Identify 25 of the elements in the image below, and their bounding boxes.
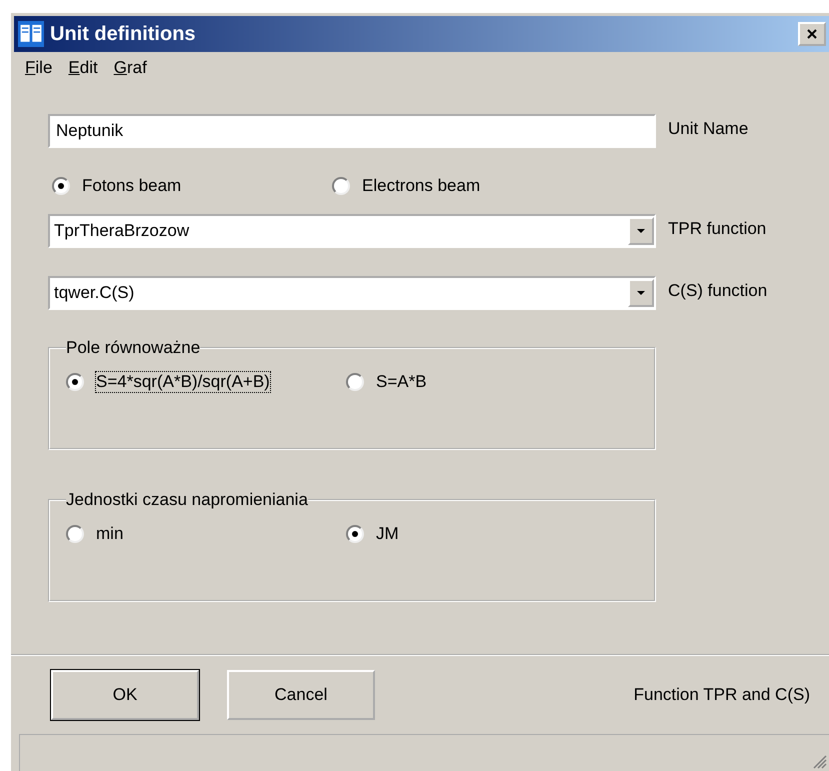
combo-box[interactable]: TprTheraBrzozow	[48, 214, 656, 248]
close-icon	[807, 29, 817, 39]
resize-grip-icon	[813, 755, 827, 769]
dialog-button[interactable]: Cancel	[227, 670, 375, 720]
status-label: Function TPR and C(S)	[634, 685, 810, 705]
radio-button[interactable]: S=A*B	[346, 372, 626, 392]
window-title: Unit definitions	[50, 22, 197, 46]
radio-button[interactable]: min	[66, 524, 346, 544]
group-title: Pole równoważne	[66, 338, 200, 358]
menu-item[interactable]: File	[25, 58, 52, 82]
radio-button[interactable]: Electrons beam	[332, 176, 612, 196]
dialog-button[interactable]: OK	[51, 670, 199, 720]
field-label: C(S) function	[668, 280, 768, 301]
unit-name-field[interactable]: Neptunik	[48, 114, 656, 148]
menu-item[interactable]: Graf	[114, 58, 147, 82]
group-title: Jednostki czasu napromieniania	[66, 490, 308, 510]
field-label: Unit Name	[668, 118, 748, 139]
radio-button[interactable]: JM	[346, 524, 626, 544]
menu-item[interactable]: Edit	[68, 58, 98, 82]
field-label: TPR function	[668, 218, 766, 239]
combo-box[interactable]: tqwer.C(S)	[48, 276, 656, 310]
radio-button[interactable]: Fotons beam	[52, 176, 332, 196]
close-button[interactable]	[798, 22, 826, 46]
radio-button[interactable]: S=4*sqr(A*B)/sqr(A+B)	[66, 372, 346, 392]
book-icon	[18, 21, 44, 47]
